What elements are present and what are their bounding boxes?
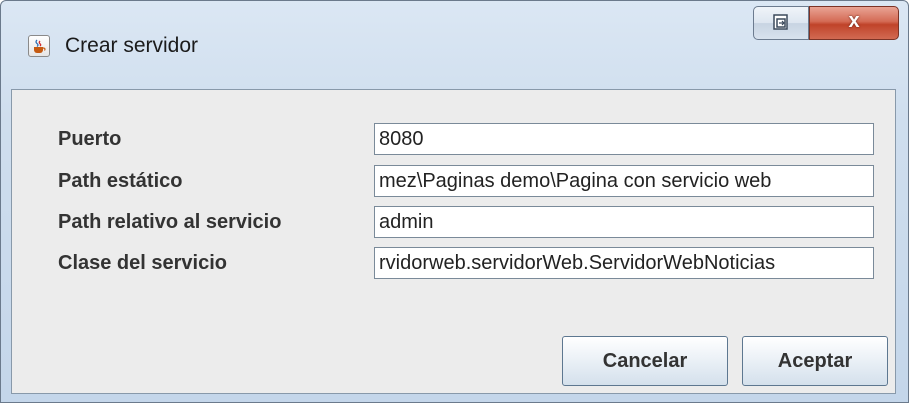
static-path-input[interactable]: mez\Paginas demo\Pagina con servicio web [374, 165, 874, 197]
title-bar[interactable]: Crear servidor x [1, 1, 908, 89]
port-input[interactable]: 8080 [374, 123, 874, 155]
relative-path-input[interactable]: admin [374, 206, 874, 238]
relative-path-label: Path relativo al servicio [58, 211, 282, 233]
service-class-value: rvidorweb.servidorWeb.ServidorWebNoticia… [379, 252, 776, 274]
static-path-label: Path estático [58, 170, 183, 192]
close-button[interactable]: x [809, 6, 899, 40]
dialog-content: Puerto 8080 Path estático mez\Paginas de… [11, 89, 896, 394]
java-cup-icon [28, 35, 50, 57]
service-class-input[interactable]: rvidorweb.servidorWeb.ServidorWebNoticia… [374, 247, 874, 279]
restore-button[interactable] [753, 6, 809, 40]
close-icon: x [848, 10, 860, 32]
window-title: Crear servidor [65, 34, 199, 57]
service-class-label: Clase del servicio [58, 252, 227, 274]
restore-icon [773, 14, 788, 30]
accept-button[interactable]: Aceptar [742, 336, 888, 386]
port-label: Puerto [58, 128, 122, 150]
dialog-window: Crear servidor x Puerto 8080 Path estáti… [0, 0, 909, 403]
cancel-button[interactable]: Cancelar [562, 336, 728, 386]
